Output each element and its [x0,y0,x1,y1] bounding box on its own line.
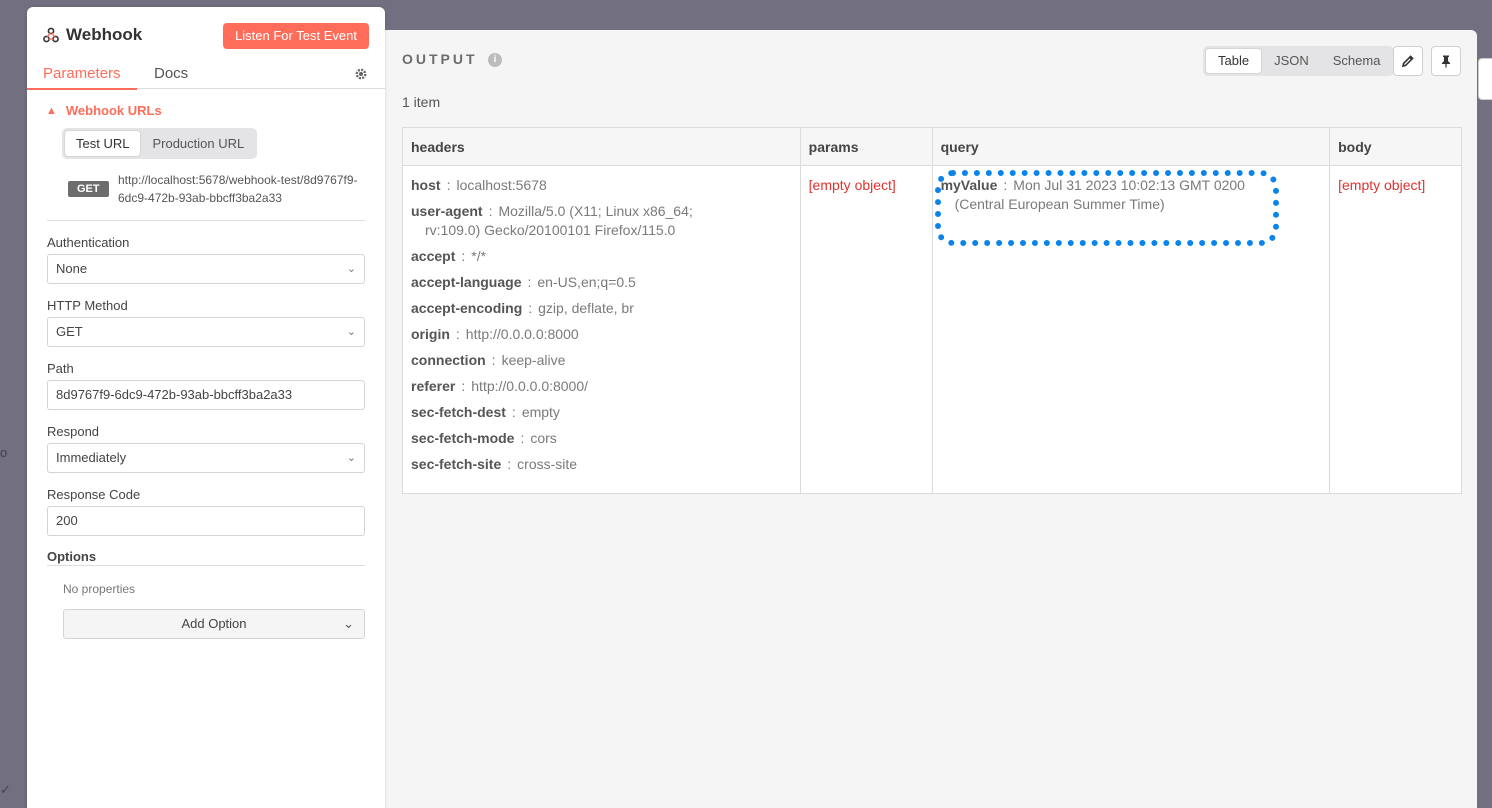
view-schema-button[interactable]: Schema [1321,48,1393,74]
header-entry: accept-language: en-US,en;q=0.5 [411,274,636,290]
header-entry: accept: */* [411,248,487,264]
node-title: Webhook [66,25,143,44]
column-header-headers: headers [402,127,801,166]
respond-select[interactable]: Immediately ⌄ [47,443,365,473]
output-title: OUTPUT [402,51,478,67]
authentication-label: Authentication [47,235,130,250]
headers-cell: host: localhost:5678 user-agent: Mozilla/5… [402,165,801,494]
webhook-url[interactable]: http://localhost:5678/webhook-test/8d976… [118,171,362,207]
column-header-params: params [799,127,933,166]
params-cell: [empty object] [799,165,933,494]
canvas-check-icon: ✓ [0,782,11,797]
pin-output-button[interactable] [1431,46,1461,76]
divider [47,565,365,566]
header-entry: host: localhost:5678 [411,177,547,193]
node-tabs: Parameters Docs [27,57,385,90]
canvas-edge-panel [1478,58,1492,100]
add-option-button[interactable]: Add Option ⌄ [63,609,365,639]
chevron-down-icon: ⌄ [346,452,356,464]
chevron-up-icon: ▲ [46,104,57,117]
body-cell: [empty object] [1329,165,1462,494]
chevron-down-icon: ⌄ [346,326,356,338]
params-empty-object: [empty object] [808,177,896,193]
authentication-select[interactable]: None ⌄ [47,254,365,284]
pencil-icon [1401,55,1414,68]
chevron-down-icon: ⌄ [343,616,354,631]
header-entry: sec-fetch-dest: empty [411,404,560,420]
canvas-edge-text: o [0,445,8,460]
url-type-toggle: Test URL Production URL [62,128,258,159]
tab-docs[interactable]: Docs [154,65,188,82]
output-table: headers params query body host: localhost… [402,127,1462,494]
pin-icon [1442,55,1450,68]
query-entry: myValue: Mon Jul 31 2023 10:02:13 GMT 020… [940,177,1245,212]
info-icon[interactable]: i [488,53,502,67]
edit-output-button[interactable] [1393,46,1423,76]
header-entry: referer: http://0.0.0.0:8000/ [411,378,589,394]
view-table-button[interactable]: Table [1205,48,1263,74]
item-count: 1 item [402,94,441,110]
listen-test-event-button[interactable]: Listen For Test Event [223,23,369,49]
respond-label: Respond [47,424,100,439]
divider [47,220,365,221]
header-entry: sec-fetch-mode: cors [411,430,557,446]
http-method-select[interactable]: GET ⌄ [47,317,365,347]
view-json-button[interactable]: JSON [1262,48,1321,74]
path-label: Path [47,361,74,376]
header-entry: connection: keep-alive [411,352,566,368]
webhook-urls-label: Webhook URLs [65,103,162,118]
header-entry: sec-fetch-site: cross-site [411,456,578,472]
node-parameters-panel: Webhook Listen For Test Event Parameters… [27,7,385,808]
path-input[interactable]: 8d9767f9-6dc9-472b-93ab-bbcff3ba2a33 [47,380,365,410]
webhook-icon [43,27,59,43]
table-row: host: localhost:5678 user-agent: Mozilla/5… [402,165,1462,494]
query-cell: myValue: Mon Jul 31 2023 10:02:13 GMT 020… [931,165,1331,494]
gear-icon[interactable] [354,67,368,81]
node-header: Webhook [43,25,142,45]
response-code-input[interactable]: 200 [47,506,365,536]
chevron-down-icon: ⌄ [346,263,356,275]
production-url-button[interactable]: Production URL [141,130,255,157]
output-panel: OUTPUT i 1 item Table JSON Schema header… [380,30,1477,808]
view-toggle: Table JSON Schema [1203,46,1395,76]
test-url-button[interactable]: Test URL [64,130,142,157]
tab-parameters[interactable]: Parameters [27,65,137,90]
header-entry: accept-encoding: gzip, deflate, br [411,300,634,316]
response-code-label: Response Code [47,487,141,502]
options-label: Options [47,549,97,564]
header-entry: user-agent: Mozilla/5.0 (X11; Linux x86_6… [411,203,693,238]
body-empty-object: [empty object] [1338,177,1426,193]
http-method-label: HTTP Method [47,298,128,313]
column-header-query: query [931,127,1331,166]
no-properties-text: No properties [63,582,136,596]
header-entry: origin: http://0.0.0.0:8000 [411,326,579,342]
method-badge: GET [68,181,109,197]
column-header-body: body [1329,127,1462,166]
webhook-urls-toggle[interactable]: ▲ Webhook URLs [46,103,162,118]
